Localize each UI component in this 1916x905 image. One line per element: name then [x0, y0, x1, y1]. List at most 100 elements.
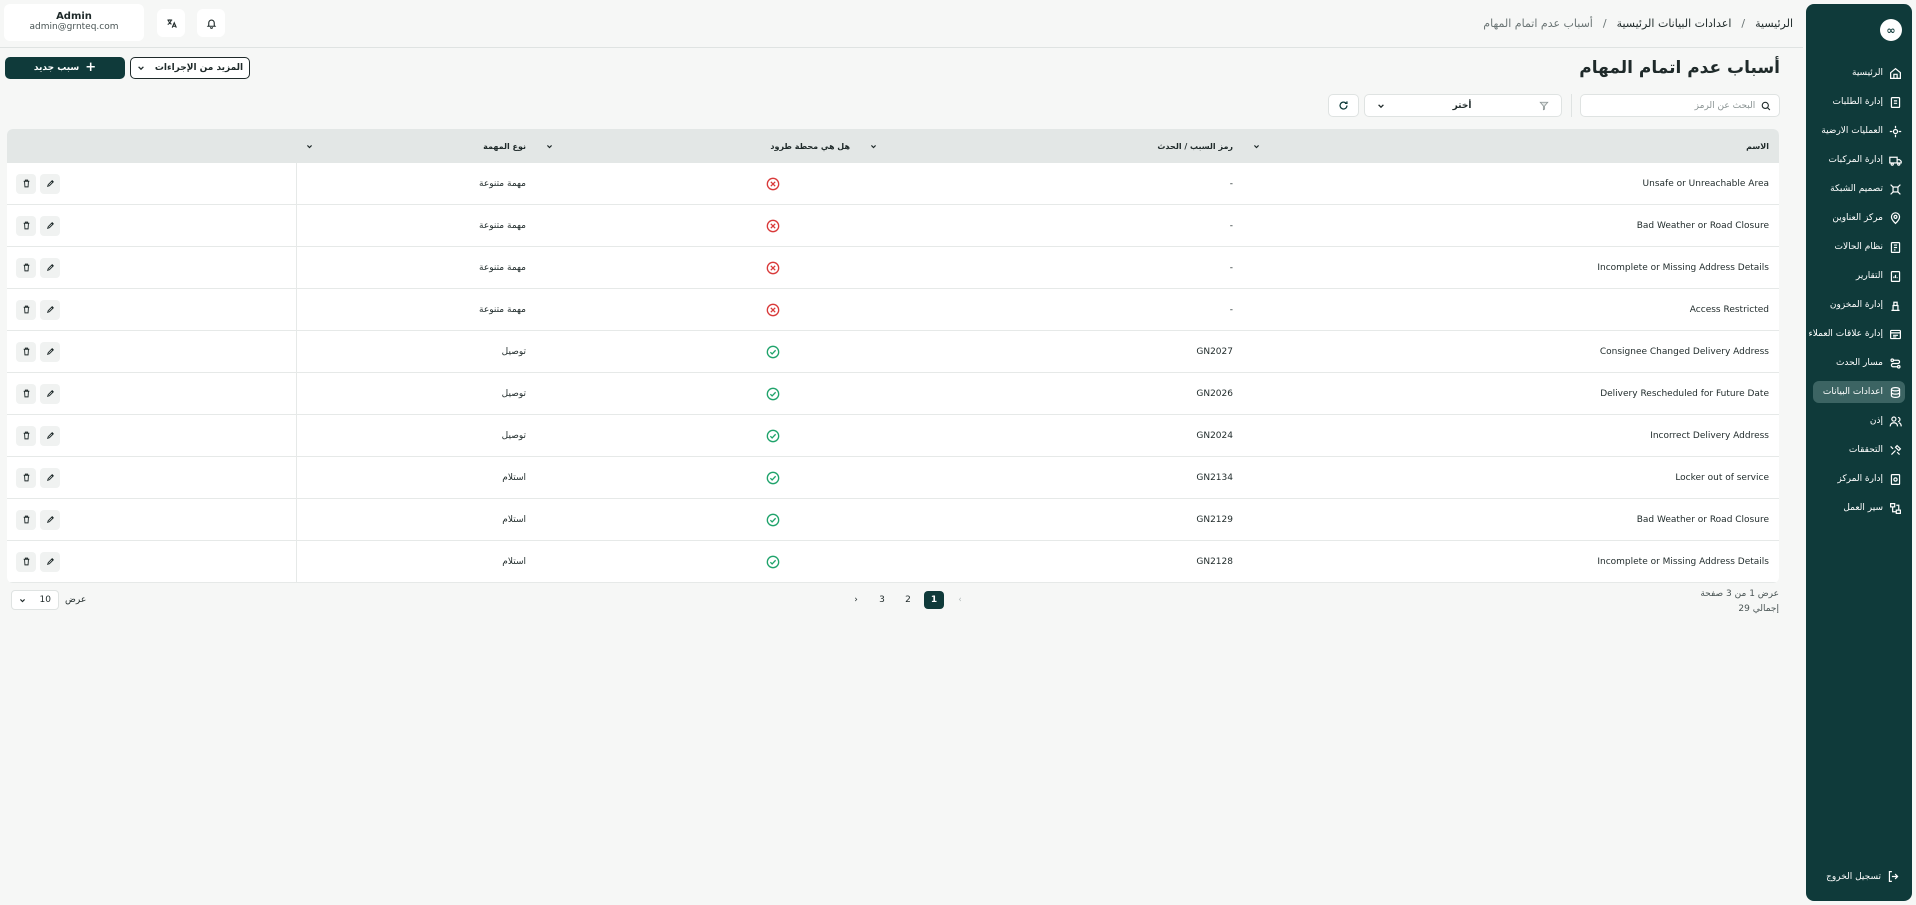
- table-row: Delivery Rescheduled for Future Date GN20…: [7, 373, 1779, 415]
- cell-station: [536, 541, 860, 582]
- cell-actions: [7, 499, 296, 540]
- edit-button[interactable]: [40, 299, 60, 320]
- edit-button[interactable]: [40, 257, 60, 278]
- edit-button[interactable]: [40, 383, 60, 404]
- cell-station: [536, 289, 860, 330]
- breadcrumb-home[interactable]: الرئيسية: [1755, 17, 1793, 30]
- sidebar-item-route[interactable]: مسار الحدث: [1813, 352, 1905, 374]
- bell-icon: [206, 19, 216, 29]
- pencil-icon: [46, 432, 54, 440]
- check-circle-icon: [766, 555, 780, 568]
- orders-icon: [1888, 95, 1902, 109]
- x-circle-icon: [766, 303, 780, 316]
- sidebar-item-database[interactable]: اعدادات البيانات: [1813, 381, 1905, 403]
- crm-icon: [1888, 327, 1902, 341]
- language-button[interactable]: [157, 9, 185, 37]
- cell-station: [536, 247, 860, 288]
- pencil-icon: [46, 306, 54, 314]
- logout-button[interactable]: تسجيل الخروج: [1826, 870, 1900, 883]
- edit-button[interactable]: [40, 467, 60, 488]
- rows-per-page-label: عرض: [65, 595, 87, 605]
- cell-actions: [7, 415, 296, 456]
- page-3-button[interactable]: 3: [872, 591, 892, 609]
- delete-button[interactable]: [16, 215, 36, 236]
- column-header-name[interactable]: الاسم: [1243, 142, 1779, 151]
- ground-ops-icon: [1888, 124, 1902, 138]
- sidebar-item-reports[interactable]: التقارير: [1813, 265, 1905, 287]
- edit-button[interactable]: [40, 215, 60, 236]
- cell-actions: [7, 457, 296, 498]
- cell-type: مهمة متنوعة: [296, 247, 536, 288]
- filter-value: أختر: [1452, 100, 1472, 111]
- new-reason-button[interactable]: + سبب جديد: [5, 57, 125, 79]
- cell-name: Incorrect Delivery Address: [1650, 430, 1769, 441]
- translate-icon: [166, 18, 177, 28]
- cell-code: GN2026: [1196, 388, 1233, 399]
- table-body: Unsafe or Unreachable Area - مهمة متنوعة Ba…: [7, 163, 1779, 583]
- filter-select[interactable]: أختر: [1364, 94, 1562, 117]
- page-1-button[interactable]: 1: [924, 591, 944, 609]
- rows-per-page-select[interactable]: 10: [11, 590, 59, 610]
- sidebar-item-truck[interactable]: إدارة المركبات: [1813, 149, 1905, 171]
- delete-button[interactable]: [16, 299, 36, 320]
- sidebar-item-network[interactable]: تصميم الشبكة: [1813, 178, 1905, 200]
- sidebar-item-users[interactable]: إذن: [1813, 410, 1905, 432]
- page-2-button[interactable]: 2: [898, 591, 918, 609]
- sidebar-item-ground-ops[interactable]: العمليات الارضية: [1813, 120, 1905, 142]
- delete-button[interactable]: [16, 341, 36, 362]
- cell-actions: [7, 247, 296, 288]
- cell-name: Incomplete or Missing Address Details: [1597, 556, 1769, 567]
- table-row: Locker out of service GN2134 استلام: [7, 457, 1779, 499]
- trash-icon: [23, 557, 29, 566]
- sidebar-item-status[interactable]: نظام الحالات: [1813, 236, 1905, 258]
- breadcrumb-master-data[interactable]: اعدادات البيانات الرئيسية: [1617, 17, 1732, 30]
- delete-button[interactable]: [16, 383, 36, 404]
- delete-button[interactable]: [16, 551, 36, 572]
- cell-actions: [7, 373, 296, 414]
- sidebar-item-label: مسار الحدث: [1835, 358, 1883, 368]
- cell-name: Locker out of service: [1675, 472, 1769, 483]
- trash-icon: [23, 221, 29, 230]
- cell-name: Unsafe or Unreachable Area: [1642, 178, 1769, 189]
- delete-button[interactable]: [16, 467, 36, 488]
- new-reason-label: سبب جديد: [33, 63, 80, 73]
- reasons-table: الاسم رمز السبب / الحدث هل هي محطة طرود …: [7, 129, 1779, 583]
- sidebar-item-workflow[interactable]: سير العمل: [1813, 497, 1905, 519]
- column-header-type[interactable]: نوع المهمة: [296, 142, 536, 151]
- delete-button[interactable]: [16, 173, 36, 194]
- cell-code: GN2129: [1196, 514, 1233, 525]
- sidebar-item-home[interactable]: الرئيسية: [1813, 62, 1905, 84]
- sidebar-item-orders[interactable]: إدارة الطلبات: [1813, 91, 1905, 113]
- more-actions-button[interactable]: المزيد من الإجراءات: [130, 57, 250, 79]
- search-input[interactable]: [1589, 100, 1756, 111]
- cell-type: مهمة متنوعة: [296, 289, 536, 330]
- sidebar-item-address[interactable]: مركز العناوين: [1813, 207, 1905, 229]
- sidebar-item-hub[interactable]: إدارة المركز: [1813, 468, 1905, 490]
- edit-button[interactable]: [40, 509, 60, 530]
- cell-type: استلام: [296, 499, 536, 540]
- refresh-button[interactable]: [1328, 94, 1359, 117]
- sidebar-item-label: تصميم الشبكة: [1830, 184, 1883, 194]
- cell-code: -: [1229, 262, 1233, 273]
- sidebar-item-tools[interactable]: التحققات: [1813, 439, 1905, 461]
- delete-button[interactable]: [16, 257, 36, 278]
- cell-type: مهمة متنوعة: [296, 205, 536, 246]
- user-profile[interactable]: Admin admin@grnteq.com: [4, 4, 144, 41]
- delete-button[interactable]: [16, 425, 36, 446]
- prev-page-button[interactable]: ‹: [950, 591, 970, 609]
- hub-icon: [1888, 472, 1902, 486]
- edit-button[interactable]: [40, 173, 60, 194]
- sort-chevron-icon: [307, 144, 312, 148]
- next-page-button[interactable]: ›: [846, 591, 866, 609]
- sidebar-item-crm[interactable]: إدارة علاقات العملاء: [1809, 323, 1905, 345]
- edit-button[interactable]: [40, 425, 60, 446]
- status-icon: [1888, 240, 1902, 254]
- column-header-station[interactable]: هل هي محطة طرود: [536, 142, 860, 151]
- notifications-button[interactable]: [197, 9, 225, 37]
- column-header-code[interactable]: رمز السبب / الحدث: [860, 142, 1243, 151]
- edit-button[interactable]: [40, 551, 60, 572]
- edit-button[interactable]: [40, 341, 60, 362]
- delete-button[interactable]: [16, 509, 36, 530]
- logout-label: تسجيل الخروج: [1826, 871, 1881, 882]
- sidebar-item-inventory[interactable]: إدارة المخزون: [1813, 294, 1905, 316]
